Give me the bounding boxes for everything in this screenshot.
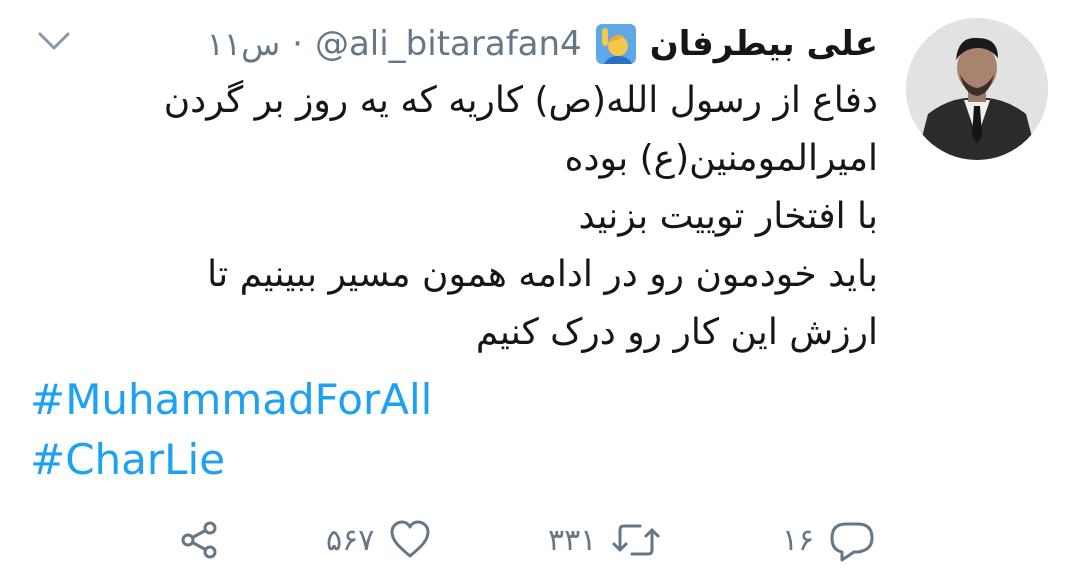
hashtag-link[interactable]: #CharLie [30,430,432,490]
tweet-line: ارزش این کار رو درک کنیم [475,312,878,353]
reply-icon [828,518,876,562]
hashtag-list: #MuhammadForAll #CharLie [30,370,432,490]
share-icon [178,518,222,562]
retweet-count: ۳۳۱ [548,522,597,558]
tweet-line: باید خودمون رو در ادامه همون مسیر ببینیم… [207,254,878,295]
user-handle[interactable]: @ali_bitarafan4 [315,24,582,64]
hashtag-link[interactable]: #MuhammadForAll [30,370,432,430]
tweet-header: علی بیطرفان @ali_bitarafan4 · ۱۱س [207,14,878,74]
like-button[interactable]: ۵۶۷ [326,510,432,570]
display-name[interactable]: علی بیطرفان [650,24,878,64]
share-button[interactable] [178,510,222,570]
tweet-line: با افتخار توییت بزنید [578,196,879,237]
retweet-icon [610,518,662,562]
avatar[interactable] [906,18,1048,160]
chevron-down-icon[interactable] [34,22,74,62]
tweet-line: دفاع از رسول الله(ص) کاریه که یه روز بر … [163,80,878,121]
reply-count: ۱۶ [782,522,815,558]
avatar-photo [906,18,1048,160]
separator-dot: · [292,24,303,64]
person-raising-hand-emoji-icon [594,22,638,66]
tweet-time[interactable]: ۱۱س [207,25,280,63]
like-count: ۵۶۷ [326,522,375,558]
reply-button[interactable]: ۱۶ [782,510,876,570]
retweet-button[interactable]: ۳۳۱ [548,510,662,570]
tweet-line: امیرالمومنین(ع) بوده [564,138,878,179]
tweet-text: دفاع از رسول الله(ص) کاریه که یه روز بر … [98,72,878,362]
tweet-actions: ۵۶۷ ۳۳۱ ۱۶ [0,510,1080,570]
heart-icon [388,518,432,562]
